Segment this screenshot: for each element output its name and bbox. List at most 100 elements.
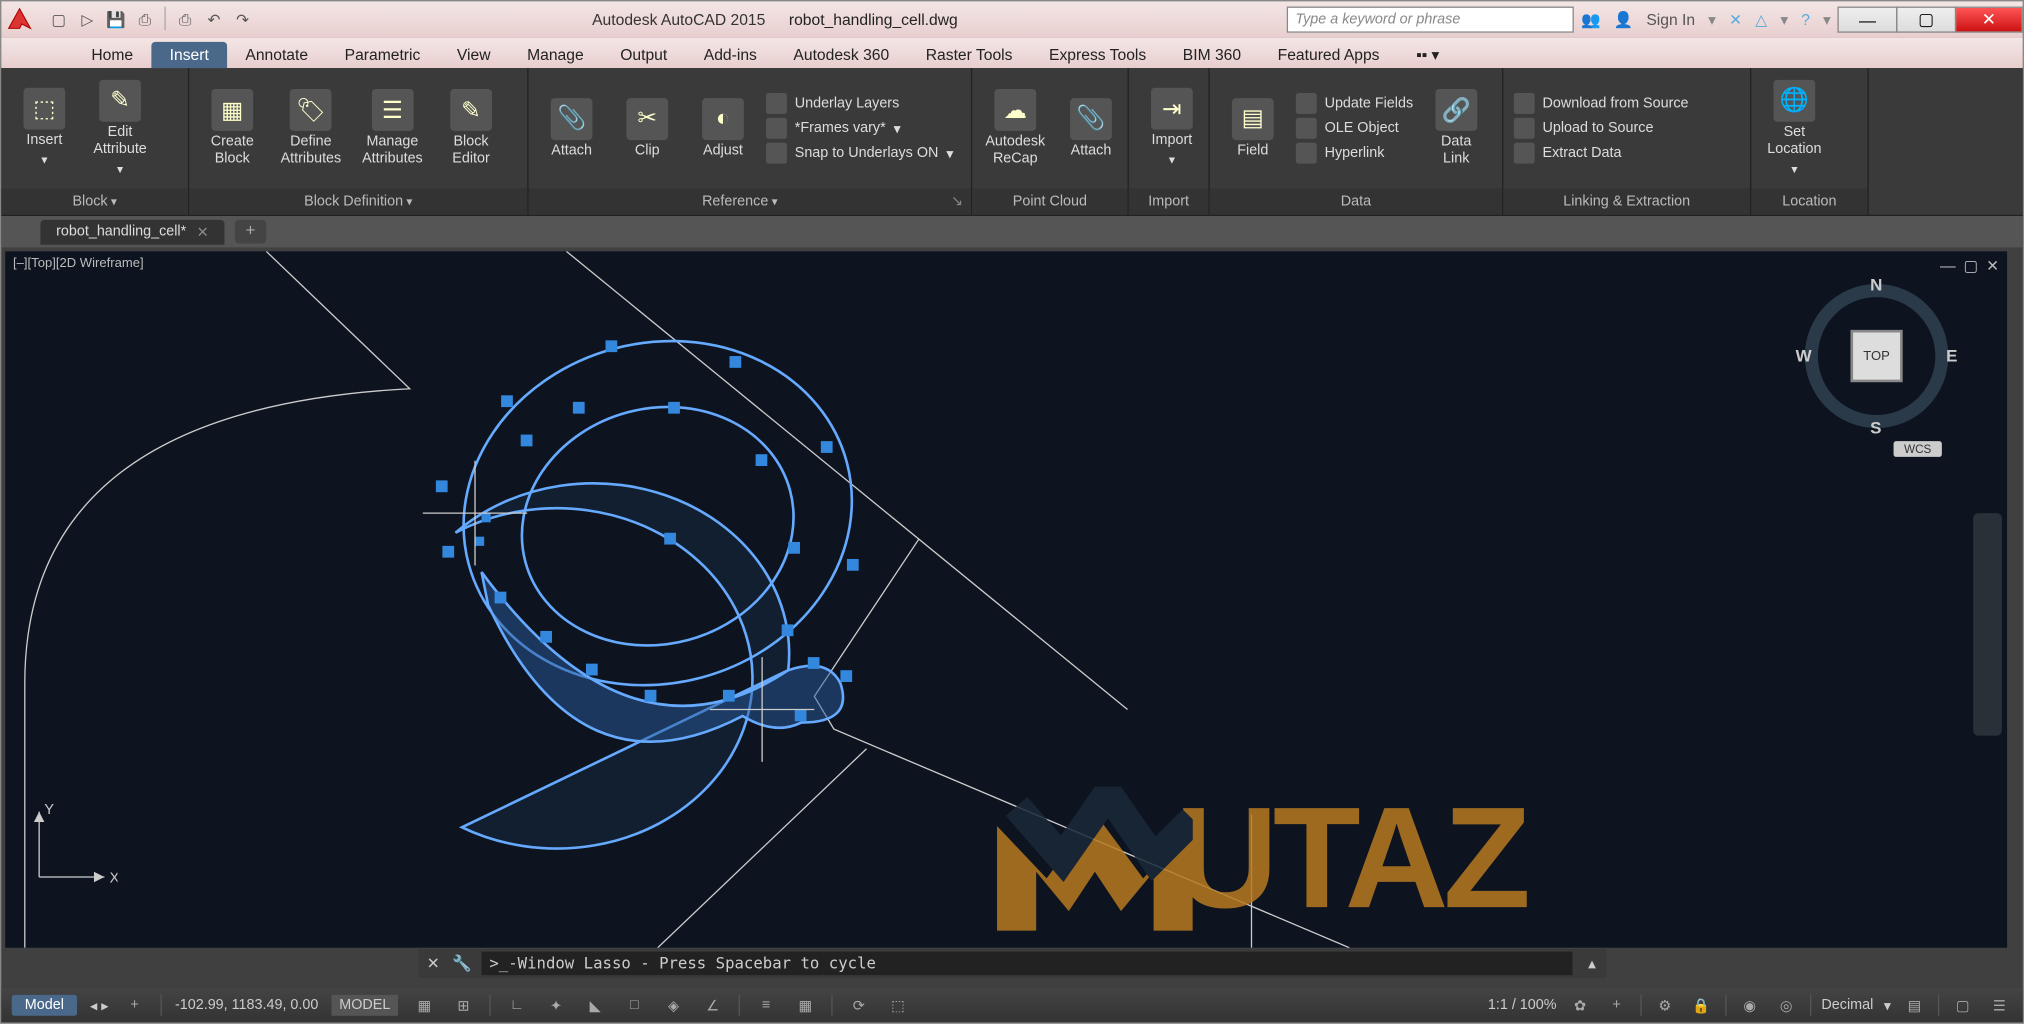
update-fields-button[interactable]: Update Fields <box>1296 93 1413 114</box>
snap-icon[interactable]: ⊞ <box>450 992 476 1018</box>
gear-icon[interactable]: ✿ <box>1567 992 1593 1018</box>
reference-dialog-icon[interactable]: ↘ <box>951 188 963 214</box>
extract-data-button[interactable]: Extract Data <box>1514 143 1689 164</box>
field-button[interactable]: ▤Field <box>1220 95 1285 162</box>
tab-manage[interactable]: Manage <box>509 42 602 68</box>
block-editor-button[interactable]: ✎Block Editor <box>438 86 503 170</box>
exchange-icon[interactable]: ✕ <box>1729 10 1742 28</box>
lineweight-icon[interactable]: ≡ <box>753 992 779 1018</box>
transparency-icon[interactable]: ▦ <box>792 992 818 1018</box>
qat-saveas-icon[interactable]: ⎙ <box>132 7 158 33</box>
viewcube[interactable]: N S E W TOP <box>1798 278 1955 435</box>
navigation-bar[interactable] <box>1973 513 2002 736</box>
edit-attribute-button[interactable]: ✎Edit Attribute▼ <box>87 77 152 180</box>
drawing-viewport[interactable]: [–][Top][2D Wireframe] — ▢ ✕ <box>5 251 2007 947</box>
compass-w[interactable]: W <box>1796 346 1812 366</box>
workspace-icon[interactable]: ⚙ <box>1652 992 1678 1018</box>
ole-object-button[interactable]: OLE Object <box>1296 118 1413 139</box>
adjust-button[interactable]: ◐Adjust <box>690 95 755 162</box>
tab-annotate[interactable]: Annotate <box>227 42 326 68</box>
close-button[interactable]: ✕ <box>1955 7 2023 33</box>
tab-rastertools[interactable]: Raster Tools <box>907 42 1030 68</box>
tab-view[interactable]: View <box>439 42 509 68</box>
attach-button[interactable]: 📎Attach <box>539 95 604 162</box>
qat-plot-icon[interactable]: ⎙ <box>172 7 198 33</box>
minimize-button[interactable]: — <box>1837 7 1897 33</box>
polar-icon[interactable]: ✦ <box>543 992 569 1018</box>
pc-attach-button[interactable]: 📎Attach <box>1058 95 1123 162</box>
tab-insert[interactable]: Insert <box>151 42 227 68</box>
qat-open-icon[interactable]: ▷ <box>74 7 100 33</box>
create-block-button[interactable]: ▦Create Block <box>200 86 265 170</box>
tab-bim360[interactable]: BIM 360 <box>1165 42 1260 68</box>
tab-autodesk360[interactable]: Autodesk 360 <box>775 42 907 68</box>
tab-output[interactable]: Output <box>602 42 686 68</box>
otrack-icon[interactable]: ∠ <box>700 992 726 1018</box>
cmd-close-icon[interactable]: ✕ <box>419 954 448 972</box>
space-toggle[interactable]: MODEL <box>331 995 398 1016</box>
autodesk360-icon[interactable]: 👥 <box>1581 10 1601 28</box>
user-icon[interactable]: 👤 <box>1614 10 1634 28</box>
command-line[interactable]: ✕ 🔧 >_-Window Lasso - Press Spacebar to … <box>419 949 1607 978</box>
lock-icon[interactable]: 🔒 <box>1688 992 1714 1018</box>
panel-block-title[interactable]: Block <box>72 194 116 210</box>
help-icon[interactable]: ? <box>1801 10 1810 28</box>
wcs-label[interactable]: WCS <box>1894 441 1942 457</box>
dynucs-icon[interactable]: ⬚ <box>885 992 911 1018</box>
qat-save-icon[interactable]: 💾 <box>103 7 129 33</box>
model-tab-button[interactable]: Model <box>12 995 77 1016</box>
underlay-layers-button[interactable]: Underlay Layers <box>766 93 953 114</box>
manage-attributes-button[interactable]: ☰Manage Attributes <box>357 86 428 170</box>
tab-featuredapps[interactable]: Featured Apps <box>1259 42 1397 68</box>
import-button[interactable]: ⇥Import▼ <box>1139 85 1204 171</box>
compass-n[interactable]: N <box>1870 275 1882 295</box>
quickprops-icon[interactable]: ▤ <box>1901 992 1927 1018</box>
file-tab-close-icon[interactable]: ✕ <box>197 223 209 240</box>
frames-dropdown[interactable]: *Frames vary* ▾ <box>766 118 953 139</box>
hardware-icon[interactable]: ◉ <box>1737 992 1763 1018</box>
tab-home[interactable]: Home <box>73 42 151 68</box>
qat-new-icon[interactable]: ▢ <box>46 7 72 33</box>
units-button[interactable]: Decimal <box>1821 997 1873 1013</box>
tab-expresstools[interactable]: Express Tools <box>1031 42 1165 68</box>
file-tab[interactable]: robot_handling_cell* ✕ <box>40 219 224 244</box>
hyperlink-button[interactable]: Hyperlink <box>1296 143 1413 164</box>
upload-source-button[interactable]: Upload to Source <box>1514 118 1689 139</box>
grid-icon[interactable]: ▦ <box>411 992 437 1018</box>
new-tab-button[interactable]: + <box>235 220 266 244</box>
help-search-input[interactable]: Type a keyword or phrase <box>1286 7 1573 33</box>
isolate-icon[interactable]: ◎ <box>1773 992 1799 1018</box>
cycling-icon[interactable]: ⟳ <box>846 992 872 1018</box>
maximize-button[interactable]: ▢ <box>1896 7 1956 33</box>
clip-button[interactable]: ✂Clip <box>615 95 680 162</box>
insert-block-button[interactable]: ⬚Insert▼ <box>12 85 77 171</box>
layout-nav-icon[interactable]: ◂ ▸ <box>90 997 108 1014</box>
annomon-icon[interactable]: + <box>1603 992 1629 1018</box>
define-attributes-button[interactable]: 🏷Define Attributes <box>275 86 346 170</box>
qat-undo-icon[interactable]: ↶ <box>201 7 227 33</box>
snap-underlays-dropdown[interactable]: Snap to Underlays ON ▾ <box>766 143 953 164</box>
compass-e[interactable]: E <box>1946 346 1957 366</box>
panel-reference-title[interactable]: Reference <box>702 194 777 210</box>
ribbon-overflow[interactable]: ▪▪ ▾ <box>1398 42 1458 68</box>
tab-parametric[interactable]: Parametric <box>326 42 438 68</box>
cmd-history-icon[interactable]: ▴ <box>1578 954 1607 972</box>
download-source-button[interactable]: Download from Source <box>1514 93 1689 114</box>
tab-addins[interactable]: Add-ins <box>686 42 776 68</box>
isodraft-icon[interactable]: ◣ <box>582 992 608 1018</box>
viewcube-face[interactable]: TOP <box>1853 332 1900 379</box>
cmd-input[interactable]: >_-Window Lasso - Press Spacebar to cycl… <box>482 952 1573 976</box>
3dosnap-icon[interactable]: ◈ <box>660 992 686 1018</box>
stayconnected-icon[interactable]: △ <box>1755 10 1767 28</box>
layout-add-icon[interactable]: + <box>121 992 147 1018</box>
recap-button[interactable]: ☁Autodesk ReCap <box>983 86 1048 170</box>
data-link-button[interactable]: 🔗Data Link <box>1424 86 1489 170</box>
panel-blockdef-title[interactable]: Block Definition <box>304 194 412 210</box>
coordinates-readout[interactable]: -102.99, 1183.49, 0.00 <box>175 997 318 1013</box>
cmd-customize-icon[interactable]: 🔧 <box>448 954 477 972</box>
cleanscreen-icon[interactable]: ▢ <box>1950 992 1976 1018</box>
annoscale-button[interactable]: 1:1 / 100% <box>1488 997 1557 1013</box>
customize-status-icon[interactable]: ☰ <box>1986 992 2012 1018</box>
osnap-icon[interactable]: □ <box>621 992 647 1018</box>
qat-redo-icon[interactable]: ↷ <box>230 7 256 33</box>
